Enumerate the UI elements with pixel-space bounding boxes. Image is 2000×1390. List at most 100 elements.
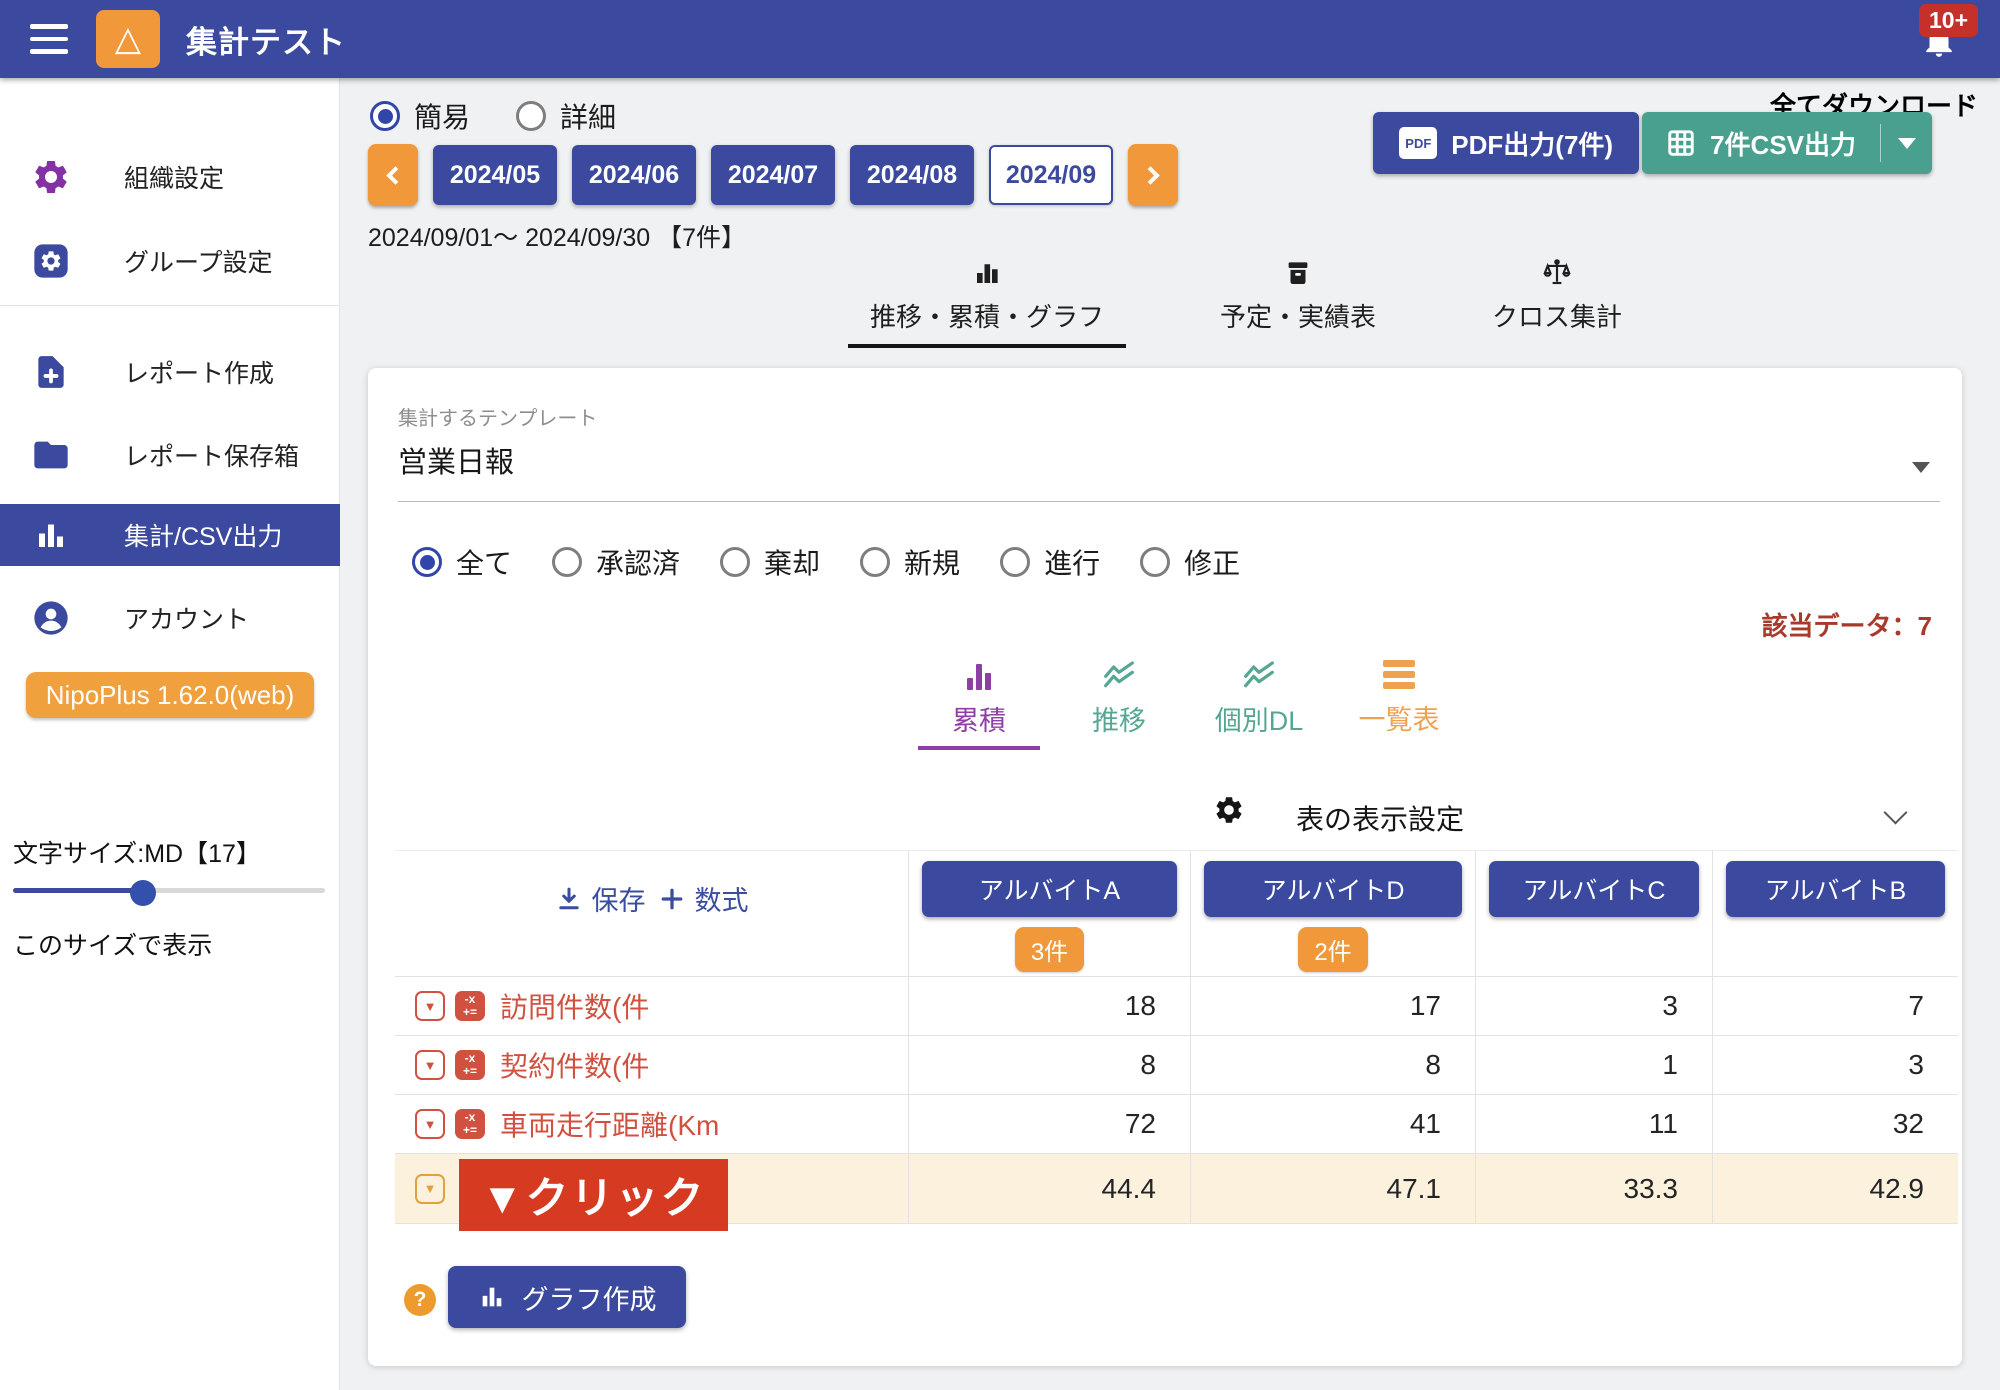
radio-icon[interactable] <box>552 547 582 577</box>
trend-lines-icon <box>1103 660 1135 690</box>
status-option-in-progress[interactable]: 進行 <box>1000 542 1100 582</box>
next-month-button[interactable] <box>1128 144 1178 206</box>
csv-export-button[interactable]: 7件CSV出力 <box>1642 112 1932 174</box>
subtab-cumulative[interactable]: 累積 <box>918 660 1040 750</box>
subtab-trend[interactable]: 推移 <box>1058 660 1180 750</box>
radio-icon[interactable] <box>1000 547 1030 577</box>
app-logo-icon[interactable]: △ <box>96 10 160 68</box>
click-here-callout[interactable]: ▼クリック <box>459 1159 728 1231</box>
table-display-settings[interactable]: 表の表示設定 <box>368 786 1962 846</box>
template-select-value: 営業日報 <box>398 439 1940 481</box>
table-cell: 3 <box>1475 977 1712 1035</box>
csv-dropdown-button[interactable] <box>1880 124 1932 162</box>
sidebar-item-report-box[interactable]: レポート保存箱 <box>0 424 340 486</box>
calculator-icon[interactable]: -x+= <box>455 1109 485 1139</box>
sidebar-item-org-settings[interactable]: 組織設定 <box>0 146 340 208</box>
column-header-button[interactable]: アルバイトD <box>1204 861 1462 917</box>
subtab-list-table[interactable]: 一覧表 <box>1338 660 1460 750</box>
radio-icon[interactable] <box>516 101 546 131</box>
table-cell: 7 <box>1712 977 1958 1035</box>
caret-down-icon <box>1898 138 1916 149</box>
row-dropdown-icon[interactable]: ▼ <box>415 1174 445 1204</box>
table-settings-label: 表の表示設定 <box>1296 798 1464 838</box>
radio-selected-icon[interactable] <box>412 547 442 577</box>
table-cell: 3 <box>1712 1036 1958 1094</box>
table-cell: 11 <box>1475 1095 1712 1153</box>
status-option-label: 修正 <box>1184 542 1240 582</box>
aggregation-panel: 集計するテンプレート 営業日報 全て 承認済 棄却 新規 <box>368 368 1962 1366</box>
sidebar-item-label: レポート作成 <box>124 354 274 390</box>
save-button[interactable]: 保存 <box>555 879 646 918</box>
month-button[interactable]: 2024/06 <box>572 145 696 205</box>
chevron-down-icon[interactable] <box>1883 800 1907 824</box>
formula-label: 数式 <box>695 879 749 918</box>
prev-month-button[interactable] <box>368 144 418 206</box>
table-row-highlighted: ▼ ▼クリック 44.4 47.1 33.3 42.9 <box>395 1154 1958 1224</box>
month-button[interactable]: 2024/05 <box>433 145 557 205</box>
chevron-right-icon <box>1141 166 1159 184</box>
grid-icon <box>1666 128 1696 158</box>
status-option-new[interactable]: 新規 <box>860 542 960 582</box>
bar-chart-icon <box>478 1283 506 1311</box>
status-option-rejected[interactable]: 棄却 <box>720 542 820 582</box>
create-graph-button[interactable]: グラフ作成 <box>448 1266 686 1328</box>
folder-icon <box>30 434 72 476</box>
help-icon[interactable]: ? <box>404 1284 436 1316</box>
bar-chart-icon <box>30 514 72 556</box>
calculator-icon[interactable]: -x+= <box>455 991 485 1021</box>
save-label: 保存 <box>592 879 646 918</box>
table-cell: 1 <box>1475 1036 1712 1094</box>
font-size-slider[interactable] <box>13 880 325 900</box>
aggregation-table: 保存 数式 アルバイトA 3件 アルバイトD 2件 アルバイトC <box>395 850 1958 1224</box>
formula-button[interactable]: 数式 <box>658 879 749 918</box>
sidebar-item-group-settings[interactable]: グループ設定 <box>0 230 340 292</box>
template-select[interactable]: 集計するテンプレート 営業日報 <box>398 402 1940 502</box>
mode-radio-group: 簡易 詳細 <box>370 96 616 136</box>
radio-icon[interactable] <box>720 547 750 577</box>
column-header-button[interactable]: アルバイトC <box>1489 861 1699 917</box>
sidebar-item-report-create[interactable]: レポート作成 <box>0 341 340 403</box>
sidebar-item-aggregate-csv[interactable]: 集計/CSV出力 <box>0 504 340 566</box>
month-button[interactable]: 2024/08 <box>850 145 974 205</box>
sidebar-item-account[interactable]: アカウント <box>0 587 340 649</box>
tab-plan-actual[interactable]: 予定・実績表 <box>1198 258 1398 348</box>
slider-thumb[interactable] <box>130 880 156 906</box>
version-button[interactable]: NipoPlus 1.62.0(web) <box>26 672 314 718</box>
mode-option-detail[interactable]: 詳細 <box>516 96 616 136</box>
sidebar-item-label: 集計/CSV出力 <box>124 517 282 553</box>
tab-trend-cumulative-graph[interactable]: 推移・累積・グラフ <box>848 258 1126 348</box>
mode-option-simple[interactable]: 簡易 <box>370 96 470 136</box>
gear-icon <box>1213 794 1245 831</box>
scale-icon <box>1542 258 1572 288</box>
tab-cross-tab[interactable]: クロス集計 <box>1470 258 1644 348</box>
column-header-button[interactable]: アルバイトA <box>922 861 1177 917</box>
trend-lines-icon <box>1243 660 1275 690</box>
table-cell: 42.9 <box>1712 1154 1958 1223</box>
date-range-label: 2024/09/01〜 2024/09/30 【7件】 <box>368 218 746 254</box>
main-tabs: 推移・累積・グラフ 予定・実績表 クロス集計 <box>848 258 1644 348</box>
subtab-individual-dl[interactable]: 個別DL <box>1198 660 1320 750</box>
status-option-approved[interactable]: 承認済 <box>552 542 680 582</box>
calculator-icon[interactable]: -x+= <box>455 1050 485 1080</box>
status-option-revised[interactable]: 修正 <box>1140 542 1240 582</box>
column-header-button[interactable]: アルバイトB <box>1726 861 1945 917</box>
menu-icon[interactable] <box>30 24 68 54</box>
bar-chart-icon <box>967 660 991 690</box>
radio-selected-icon[interactable] <box>370 101 400 131</box>
row-dropdown-icon[interactable]: ▼ <box>415 1109 445 1139</box>
radio-icon[interactable] <box>860 547 890 577</box>
month-button[interactable]: 2024/07 <box>711 145 835 205</box>
font-size-note: このサイズで表示 <box>13 926 212 962</box>
table-cell: 44.4 <box>908 1154 1190 1223</box>
row-dropdown-icon[interactable]: ▼ <box>415 1050 445 1080</box>
month-button-selected[interactable]: 2024/09 <box>989 145 1113 205</box>
table-cell: 32 <box>1712 1095 1958 1153</box>
status-option-label: 進行 <box>1044 542 1100 582</box>
row-dropdown-icon[interactable]: ▼ <box>415 991 445 1021</box>
row-header-cell: ▼ ▼クリック <box>395 1154 908 1223</box>
radio-icon[interactable] <box>1140 547 1170 577</box>
tab-label: 推移・累積・グラフ <box>870 297 1104 334</box>
status-option-all[interactable]: 全て <box>412 542 512 582</box>
column-header: アルバイトA 3件 <box>908 851 1190 976</box>
pdf-export-button[interactable]: PDF PDF出力(7件) <box>1373 112 1639 174</box>
